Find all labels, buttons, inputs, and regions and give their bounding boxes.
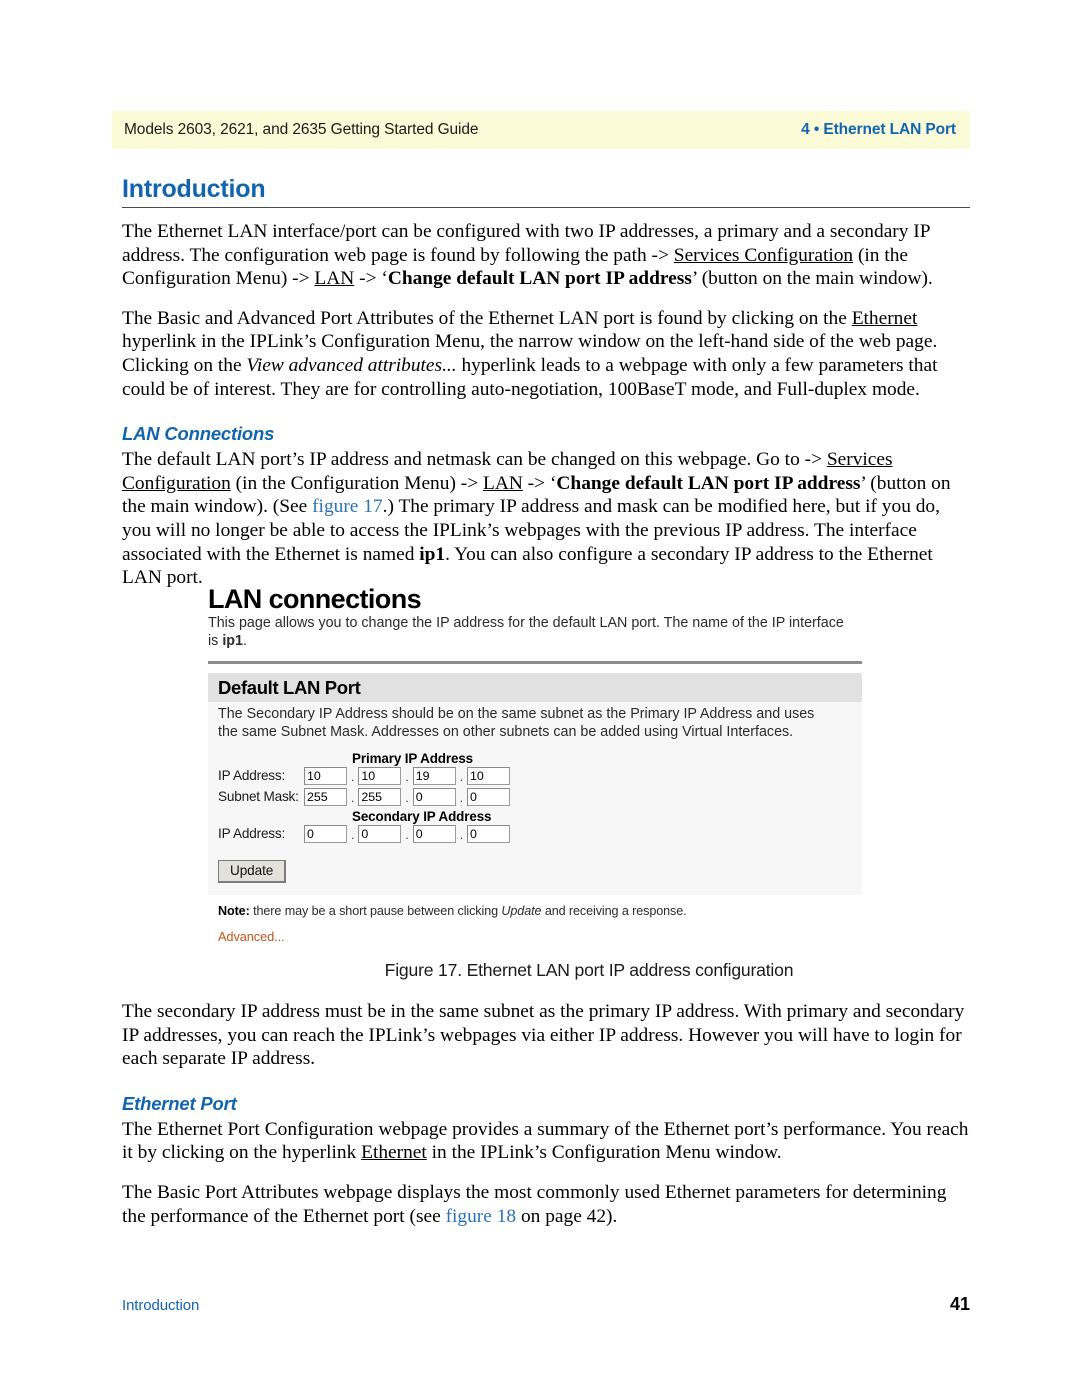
octet-separator: . — [405, 790, 409, 805]
paragraph-intro-1: The Ethernet LAN interface/port can be c… — [122, 220, 970, 291]
text-segment: there may be a short pause between click… — [249, 903, 502, 918]
emphasis-update: Update — [501, 903, 542, 918]
link-ethernet[interactable]: Ethernet — [361, 1142, 427, 1163]
field-label: IP Address: — [218, 826, 286, 842]
octet-separator: . — [405, 769, 409, 784]
screenshot-divider — [208, 661, 862, 665]
xref-figure-17[interactable]: figure 17 — [312, 496, 383, 517]
panel-description: The Secondary IP Address should be on th… — [218, 706, 815, 740]
secondary-octet-2-input[interactable]: 0 — [358, 824, 402, 843]
text-segment: and receiving a response. — [541, 903, 687, 918]
link-services-configuration[interactable]: Services Configuration — [674, 245, 853, 266]
page-title: Introduction — [122, 175, 266, 203]
text-segment: The Basic and Advanced Port Attributes o… — [122, 307, 852, 329]
secondary-ip-address-label: Secondary IP Address — [352, 808, 492, 824]
subnet-mask-row: Subnet Mask: 255 . 255 . 0 . 0 — [218, 787, 852, 806]
secondary-ip-address-row: IP Address: 0 . 0 . 0 . 0 — [218, 824, 852, 843]
text-segment: The default LAN port’s IP address and ne… — [122, 449, 827, 471]
octet-separator: . — [405, 827, 409, 842]
octet-separator: . — [351, 827, 355, 842]
heading-divider — [122, 206, 970, 209]
figure-caption: Figure 17. Ethernet LAN port IP address … — [384, 960, 794, 980]
emphasis-change-default-lan-port-ip-address: Change default LAN port IP address — [556, 472, 861, 494]
mask-octet-2-input[interactable]: 255 — [358, 787, 402, 806]
subheading-ethernet-port: Ethernet Port — [122, 1092, 237, 1114]
secondary-octet-4-input[interactable]: 0 — [467, 824, 511, 843]
ip-address-row: IP Address: 10 . 10 . 19 . 10 — [218, 766, 852, 785]
paragraph-intro-2: The Basic and Advanced Port Attributes o… — [122, 307, 970, 401]
mask-octet-1-input[interactable]: 255 — [304, 787, 347, 806]
figure-17-screenshot: LAN connections This page allows you to … — [208, 585, 862, 944]
link-ethernet[interactable]: Ethernet — [852, 308, 918, 329]
primary-ip-group: Primary IP Address IP Address: 10 . 10 .… — [218, 751, 852, 806]
mask-octet-4-input[interactable]: 0 — [467, 787, 511, 806]
content-upper: Introduction The Ethernet LAN interface/… — [122, 175, 970, 590]
xref-figure-18[interactable]: figure 18 — [446, 1206, 517, 1227]
paragraph-ethernet-port-2: The Basic Port Attributes webpage displa… — [122, 1181, 970, 1228]
screenshot-page-description: This page allows you to change the IP ad… — [208, 615, 856, 650]
field-label: Subnet Mask: — [218, 789, 299, 805]
paragraph-lan-connections: The default LAN port’s IP address and ne… — [122, 448, 970, 590]
emphasis-change-default-lan-port-ip-address: Change default LAN port IP address — [387, 268, 692, 290]
secondary-octet-3-input[interactable]: 0 — [412, 824, 456, 843]
ip-octet-1-input[interactable]: 10 — [304, 766, 347, 785]
text-segment: on page 42). — [516, 1205, 618, 1227]
subheading-lan-connections: LAN Connections — [122, 423, 275, 445]
header-guide-title: Models 2603, 2621, and 2635 Getting Star… — [124, 121, 479, 138]
running-header: Models 2603, 2621, and 2635 Getting Star… — [112, 111, 970, 149]
screenshot-page-title: LAN connections — [208, 584, 422, 614]
octet-separator: . — [351, 790, 355, 805]
text-segment: (in the Configuration Menu) -> — [230, 472, 483, 494]
footer-section-label: Introduction — [122, 1297, 200, 1314]
secondary-ip-group: Secondary IP Address IP Address: 0 . 0 .… — [218, 809, 852, 843]
secondary-octet-1-input[interactable]: 0 — [304, 824, 347, 843]
ip-octet-4-input[interactable]: 10 — [467, 766, 511, 785]
emphasis-ip1: ip1 — [419, 543, 446, 565]
emphasis-view-advanced-attributes: View advanced attributes... — [246, 355, 457, 377]
content-lower: The secondary IP address must be in the … — [122, 1000, 970, 1244]
octet-separator: . — [351, 769, 355, 784]
octet-separator: . — [459, 790, 464, 805]
page-number: 41 — [949, 1294, 970, 1314]
text-segment: -> ‘ — [522, 472, 557, 494]
update-button[interactable]: Update — [218, 859, 287, 883]
text-segment: This page allows you to change the IP ad… — [208, 615, 844, 649]
link-lan[interactable]: LAN — [483, 473, 523, 494]
text-segment: -> ‘ — [354, 268, 388, 290]
emphasis-ip1: ip1 — [222, 632, 243, 649]
screenshot-note: Note: there may be a short pause between… — [218, 904, 862, 918]
advanced-link[interactable]: Advanced... — [218, 929, 862, 944]
text-segment: . — [242, 632, 247, 649]
page-footer: Introduction 41 — [122, 1294, 970, 1315]
panel-body: The Secondary IP Address should be on th… — [208, 702, 862, 895]
text-segment: ’ (button on the main window). — [691, 268, 933, 290]
panel-title: Default LAN Port — [208, 673, 862, 703]
text-segment: in the IPLink’s Configuration Menu windo… — [426, 1142, 782, 1164]
paragraph-after-figure: The secondary IP address must be in the … — [122, 1001, 965, 1070]
mask-octet-3-input[interactable]: 0 — [412, 787, 456, 806]
link-lan[interactable]: LAN — [314, 268, 354, 289]
ip-octet-2-input[interactable]: 10 — [358, 766, 402, 785]
paragraph-ethernet-port-1: The Ethernet Port Configuration webpage … — [122, 1118, 970, 1165]
note-label: Note: — [218, 903, 250, 918]
field-label: IP Address: — [218, 768, 286, 784]
primary-ip-address-label: Primary IP Address — [352, 750, 474, 766]
header-chapter-label: 4 • Ethernet LAN Port — [801, 121, 956, 138]
ip-octet-3-input[interactable]: 19 — [412, 766, 456, 785]
octet-separator: . — [459, 827, 464, 842]
octet-separator: . — [459, 769, 464, 784]
default-lan-port-panel: Default LAN Port The Secondary IP Addres… — [208, 673, 862, 895]
